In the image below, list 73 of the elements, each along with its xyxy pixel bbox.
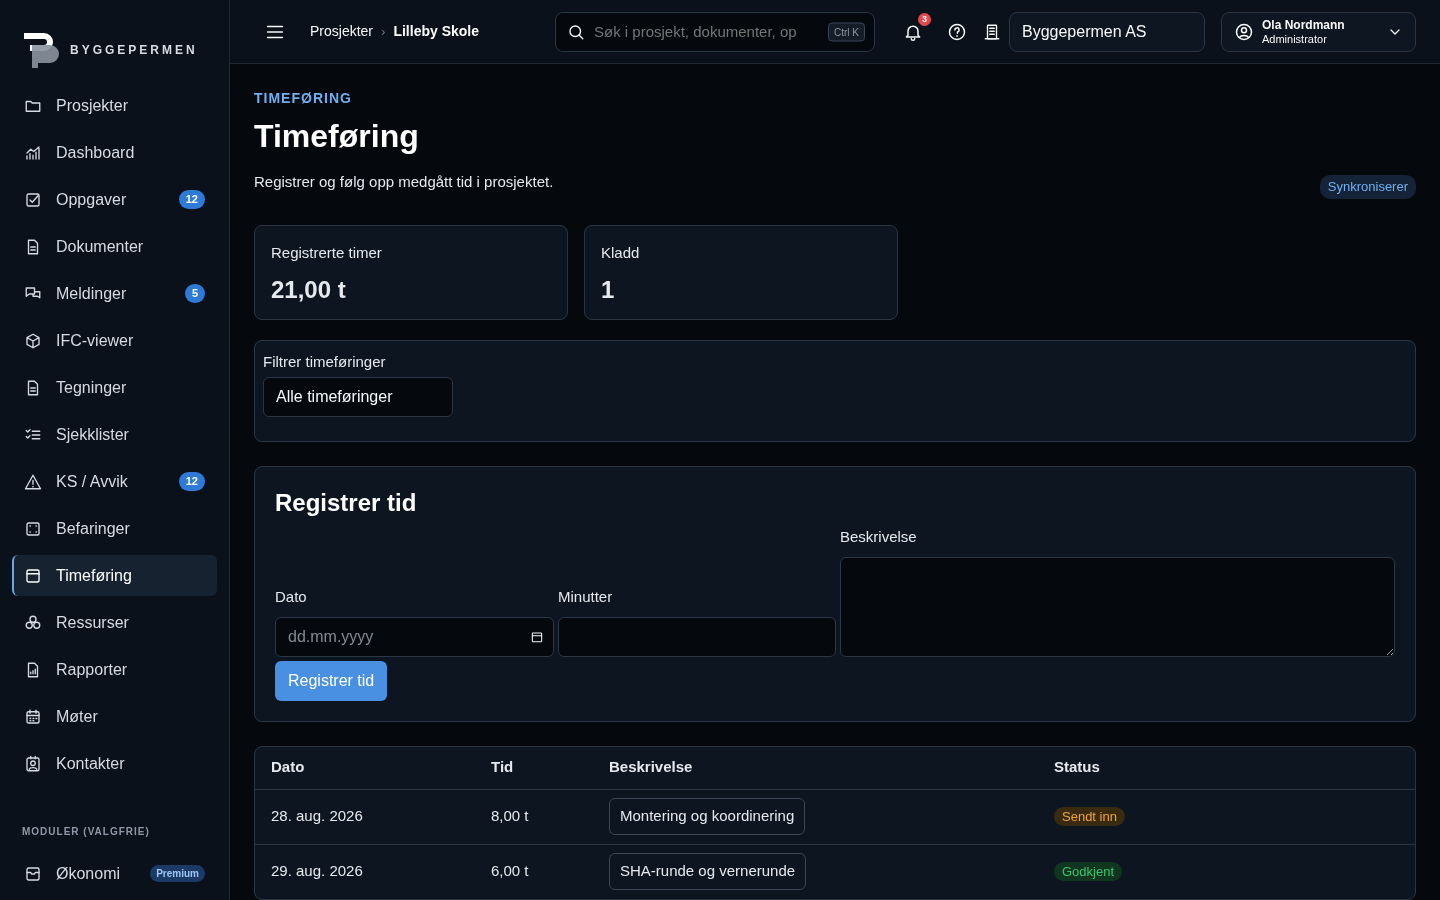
breadcrumb-item: Lilleby Skole <box>393 22 479 41</box>
stat-label: Registrerte timer <box>271 242 383 263</box>
sidebar-item[interactable]: Sjekklister <box>12 414 217 455</box>
field-label: Beskrivelse <box>840 527 917 548</box>
sidebar-item[interactable]: Oppgaver 12 <box>12 179 217 220</box>
section-title: MODULER (VALGFRIE) <box>22 825 151 839</box>
count-badge: 12 <box>178 472 205 491</box>
count-badge: Premium <box>150 865 205 882</box>
sidebar-item[interactable]: KS / Avvik 12 <box>12 461 217 502</box>
sidebar-item[interactable]: Befaringer <box>12 508 217 549</box>
count-badge: 5 <box>184 284 205 303</box>
date-field[interactable]: dd.mm.yyyy <box>275 616 554 657</box>
page-eyebrow: TIMEFØRING <box>254 89 353 108</box>
table-cell-text: 28. aug. 2026 <box>271 806 364 827</box>
column-header: Status <box>1054 757 1100 778</box>
company-select[interactable]: Byggepermen AS <box>1009 11 1205 52</box>
calendar-icon <box>24 566 42 585</box>
sidebar-item[interactable]: Dokumenter <box>12 226 217 267</box>
description-field: SHA-runde og vernerunde <box>609 853 807 890</box>
description-field[interactable] <box>840 556 1395 657</box>
table-cell-text: 29. aug. 2026 <box>271 861 364 882</box>
sidebar-item[interactable]: Meldinger 5 <box>12 273 217 314</box>
status-badge: Sendt inn <box>1054 807 1125 827</box>
column-header: Tid <box>491 757 515 778</box>
warning-icon <box>24 472 42 491</box>
frame-icon <box>24 519 42 538</box>
cube-icon <box>24 331 42 350</box>
page-title: Timeføring <box>254 117 420 156</box>
sidebar-item[interactable]: Rapporter <box>12 649 217 690</box>
sidebar-item[interactable]: Kontakter <box>12 743 217 784</box>
table-cell-text: 8,00 t <box>491 806 530 827</box>
contact-icon <box>24 754 42 773</box>
status-badge: Godkjent <box>1054 862 1123 882</box>
sidebar-item[interactable]: Tegninger <box>12 367 217 408</box>
page-subtitle: Registrer og følg opp medgått tid i prosjektet. <box>254 172 554 193</box>
form-title: Registrer tid <box>275 489 418 519</box>
shortcut-hint: Ctrl K <box>828 22 865 41</box>
boxes-icon <box>24 613 42 632</box>
calendar-icon <box>24 707 42 726</box>
sidebar-item[interactable]: Økonomi Premium <box>12 853 217 894</box>
field-label: Dato <box>275 587 307 608</box>
filter-select[interactable]: Alle timeføringer <box>263 377 453 418</box>
sidebar-item[interactable]: Prosjekter <box>12 85 217 126</box>
help-icon <box>947 22 967 43</box>
column-header: Beskrivelse <box>609 757 694 778</box>
building-icon <box>983 23 1001 42</box>
wallet-icon <box>24 864 42 883</box>
description-field: Montering og koordinering <box>609 798 806 835</box>
table-cell-text: 6,00 t <box>491 861 530 882</box>
column-header: Dato <box>271 757 306 778</box>
sidebar-item[interactable]: Ressurser <box>12 602 217 643</box>
user-menu-button[interactable]: Ola Nordmann Administrator <box>1221 11 1416 52</box>
calendar-icon <box>530 629 544 644</box>
count-badge: 12 <box>178 190 205 209</box>
logo-icon <box>22 30 62 69</box>
filter-label: Filtrer timeføringer <box>263 351 387 372</box>
field-label: Minutter <box>558 587 613 608</box>
sync-badge: Synkroniserer <box>1319 175 1416 199</box>
breadcrumb-separator: › <box>381 22 386 41</box>
sidebar-item[interactable]: Møter <box>12 696 217 737</box>
stat-value: 1 <box>601 275 616 306</box>
stat-value: 21,00 t <box>271 275 347 306</box>
sidebar-item[interactable]: Dashboard <box>12 132 217 173</box>
sidebar-item[interactable]: Timeføring <box>12 555 217 596</box>
stat-label: Kladd <box>601 242 641 263</box>
sidebar-item[interactable]: IFC-viewer <box>12 320 217 361</box>
notification-count: 3 <box>918 13 931 27</box>
breadcrumb-item[interactable]: Prosjekter <box>310 21 374 42</box>
search-icon <box>567 22 585 41</box>
brand-name: BYGGEPERMEN <box>70 41 198 59</box>
minutes-field[interactable] <box>558 616 836 657</box>
checkbox-icon <box>24 190 42 209</box>
user-icon <box>1234 21 1254 42</box>
